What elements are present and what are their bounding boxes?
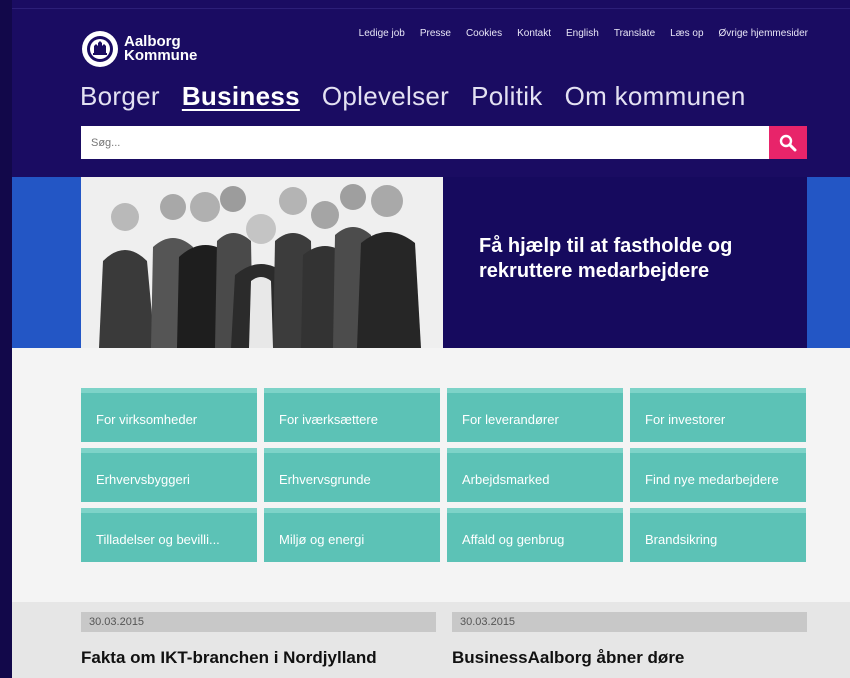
news-title[interactable]: BusinessAalborg åbner døre — [452, 648, 807, 668]
tile-label: Arbejdsmarked — [462, 472, 550, 487]
news-date: 30.03.2015 — [452, 612, 807, 632]
utility-link-kontakt[interactable]: Kontakt — [517, 28, 551, 39]
hero-banner[interactable]: Få hjælp til at fastholde og rekruttere … — [12, 177, 850, 348]
tile-label: Miljø og energi — [279, 532, 365, 547]
tile-label: Erhvervsgrunde — [279, 472, 371, 487]
tile-label: For investorer — [645, 412, 726, 427]
tile-for-virksomheder[interactable]: For virksomheder — [81, 388, 257, 442]
utility-link-oevrige-hjemmesider[interactable]: Øvrige hjemmesider — [719, 28, 808, 39]
tile-brandsikring[interactable]: Brandsikring — [630, 508, 806, 562]
hero-headline[interactable]: Få hjælp til at fastholde og rekruttere … — [479, 234, 789, 284]
tile-affald-og-genbrug[interactable]: Affald og genbrug — [447, 508, 623, 562]
tile-label: For leverandører — [462, 412, 559, 427]
site-logo[interactable]: Aalborg Kommune — [82, 31, 197, 67]
utility-link-english[interactable]: English — [566, 28, 599, 39]
coat-of-arms-icon — [82, 31, 118, 67]
tile-label: For iværksættere — [279, 412, 378, 427]
tile-tilladelser-og-bevillinger[interactable]: Tilladelser og bevilli... — [81, 508, 257, 562]
tile-label: Affald og genbrug — [462, 532, 565, 547]
tile-label: Erhvervsbyggeri — [96, 472, 190, 487]
tile-label: Find nye medarbejdere — [645, 472, 779, 487]
news-title[interactable]: Fakta om IKT-branchen i Nordjylland — [81, 648, 436, 668]
brand-name: Aalborg Kommune — [124, 34, 198, 64]
search-bar — [81, 126, 807, 159]
tile-erhvervsbyggeri[interactable]: Erhvervsbyggeri — [81, 448, 257, 502]
news-item[interactable]: 30.03.2015 Fakta om IKT-branchen i Nordj… — [81, 612, 436, 668]
tile-arbejdsmarked[interactable]: Arbejdsmarked — [447, 448, 623, 502]
hero-group-photo — [81, 177, 443, 348]
utility-link-laes-op[interactable]: Læs op — [670, 28, 703, 39]
tile-for-investorer[interactable]: For investorer — [630, 388, 806, 442]
main-nav-politik[interactable]: Politik — [471, 81, 542, 112]
tile-label: Brandsikring — [645, 532, 718, 547]
hero-text-panel: Få hjælp til at fastholde og rekruttere … — [443, 177, 807, 348]
utility-link-translate[interactable]: Translate — [614, 28, 655, 39]
search-icon — [779, 134, 797, 151]
main-nav-business[interactable]: Business — [182, 81, 300, 112]
news-date: 30.03.2015 — [81, 612, 436, 632]
tile-miljoe-og-energi[interactable]: Miljø og energi — [264, 508, 440, 562]
tile-for-ivaerksaettere[interactable]: For iværksættere — [264, 388, 440, 442]
tile-label: For virksomheder — [96, 412, 198, 427]
main-nav-borger[interactable]: Borger — [80, 81, 160, 112]
tile-find-nye-medarbejdere[interactable]: Find nye medarbejdere — [630, 448, 806, 502]
tile-erhvervsgrunde[interactable]: Erhvervsgrunde — [264, 448, 440, 502]
tile-label: Tilladelser og bevilli... — [96, 532, 220, 547]
main-nav: Borger Business Oplevelser Politik Om ko… — [80, 81, 746, 112]
news-section: 30.03.2015 Fakta om IKT-branchen i Nordj… — [12, 602, 850, 678]
news-item[interactable]: 30.03.2015 BusinessAalborg åbner døre — [452, 612, 807, 668]
site-header: Aalborg Kommune Ledige job Presse Cookie… — [12, 9, 850, 177]
utility-link-cookies[interactable]: Cookies — [466, 28, 502, 39]
tile-for-leverandoerer[interactable]: For leverandører — [447, 388, 623, 442]
page-left-edge — [0, 0, 12, 678]
brand-name-line2: Kommune — [124, 47, 198, 64]
utility-link-presse[interactable]: Presse — [420, 28, 451, 39]
topic-tiles: For virksomheder For iværksættere For le… — [12, 348, 850, 602]
main-nav-om-kommunen[interactable]: Om kommunen — [565, 81, 746, 112]
utility-nav: Ledige job Presse Cookies Kontakt Englis… — [359, 28, 808, 39]
utility-link-ledige-job[interactable]: Ledige job — [359, 28, 405, 39]
search-input[interactable] — [81, 126, 761, 159]
main-nav-oplevelser[interactable]: Oplevelser — [322, 81, 449, 112]
search-button[interactable] — [769, 126, 807, 159]
